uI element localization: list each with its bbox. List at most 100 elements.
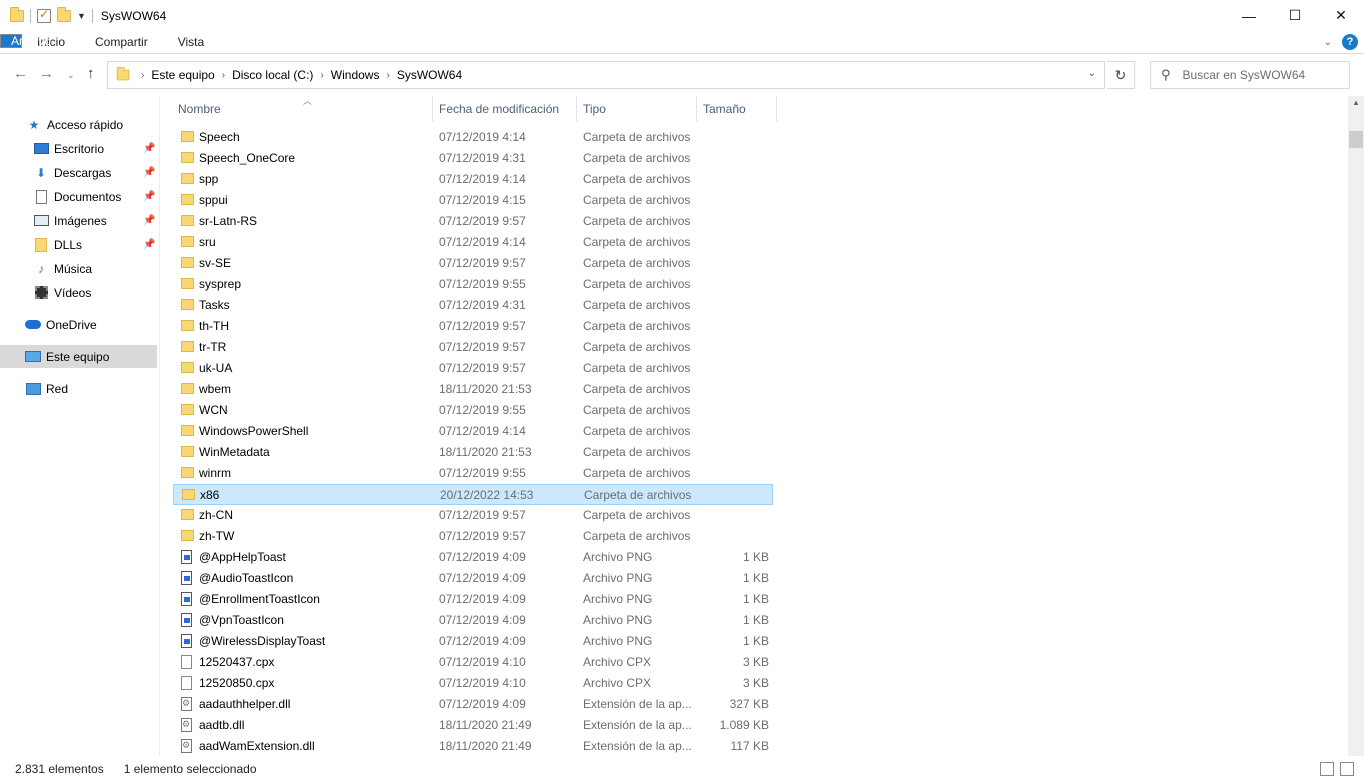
table-row[interactable]: aadWamExtension.dll 18/11/2020 21:49 Exten… xyxy=(173,736,773,757)
pin-icon[interactable]: 📌 xyxy=(143,167,155,178)
nav-musica[interactable]: ♪ Música xyxy=(0,257,157,280)
nav-escritorio[interactable]: Escritorio 📌 xyxy=(0,137,157,160)
back-icon[interactable]: ← xyxy=(13,65,28,82)
table-row[interactable]: @AudioToastIcon 07/12/2019 4:09 Archivo PN… xyxy=(173,568,773,589)
chevron-right-icon[interactable]: › xyxy=(317,70,326,81)
pin-icon[interactable]: 📌 xyxy=(143,215,155,226)
nav-este-equipo[interactable]: Este equipo xyxy=(0,345,157,368)
table-row[interactable]: 12520850.cpx 07/12/2019 4:10 Archivo CPX 3 … xyxy=(173,673,773,694)
address-dropdown-icon[interactable]: ⌄ xyxy=(1088,68,1096,79)
properties-icon[interactable] xyxy=(37,7,51,23)
table-row[interactable]: x86 20/12/2022 14:53 Carpeta de archivos xyxy=(173,484,773,505)
recent-locations-icon[interactable]: ⌄ xyxy=(67,70,75,81)
table-row[interactable]: tr-TR 07/12/2019 9:57 Carpeta de archivos xyxy=(173,337,773,358)
table-row[interactable]: 12520437.cpx 07/12/2019 4:10 Archivo CPX 3 … xyxy=(173,652,773,673)
table-row[interactable]: sysprep 07/12/2019 9:55 Carpeta de archivo… xyxy=(173,274,773,295)
table-row[interactable]: @EnrollmentToastIcon 07/12/2019 4:09 Archi… xyxy=(173,589,773,610)
nav-red[interactable]: Red xyxy=(0,377,157,400)
address-bar[interactable]: › Este equipo › Disco local (C:) › Windo… xyxy=(107,61,1105,89)
file-type: Carpeta de archivos xyxy=(583,193,691,207)
details-view-icon[interactable] xyxy=(1320,762,1334,776)
file-name: @EnrollmentToastIcon xyxy=(199,592,320,606)
table-row[interactable]: th-TH 07/12/2019 9:57 Carpeta de archivos xyxy=(173,316,773,337)
pin-icon[interactable]: 📌 xyxy=(143,239,155,250)
expand-ribbon-icon[interactable]: ⌄ xyxy=(1324,37,1332,48)
table-row[interactable]: uk-UA 07/12/2019 9:57 Carpeta de archivos xyxy=(173,358,773,379)
pin-icon[interactable]: 📌 xyxy=(143,143,155,154)
chevron-right-icon[interactable]: › xyxy=(219,70,228,81)
view-buttons xyxy=(1320,762,1354,776)
table-row[interactable]: WindowsPowerShell 07/12/2019 4:14 Carpeta … xyxy=(173,421,773,442)
desktop-icon xyxy=(33,141,49,157)
refresh-button[interactable]: ↻ xyxy=(1107,61,1135,89)
table-row[interactable]: aadauthhelper.dll 07/12/2019 4:09 Extensió… xyxy=(173,694,773,715)
table-row[interactable]: Speech_OneCore 07/12/2019 4:31 Carpeta de … xyxy=(173,148,773,169)
table-row[interactable]: @WirelessDisplayToast 07/12/2019 4:09 Arch… xyxy=(173,631,773,652)
column-header-name[interactable]: Nombre ︿ xyxy=(178,96,428,122)
column-divider[interactable] xyxy=(696,96,697,122)
table-row[interactable]: winrm 07/12/2019 9:55 Carpeta de archivos xyxy=(173,463,773,484)
table-row[interactable]: @AppHelpToast 07/12/2019 4:09 Archivo PNG 1… xyxy=(173,547,773,568)
minimize-button[interactable]: — xyxy=(1226,0,1272,31)
search-input[interactable]: Buscar en SysWOW64 xyxy=(1183,68,1306,82)
breadcrumb-disco-local[interactable]: Disco local (C:) xyxy=(228,68,317,82)
help-icon[interactable]: ? xyxy=(1342,34,1358,50)
new-folder-icon[interactable] xyxy=(57,6,71,22)
pin-icon[interactable]: 📌 xyxy=(143,191,155,202)
large-icons-view-icon[interactable] xyxy=(1340,762,1354,776)
table-row[interactable]: Tasks 07/12/2019 4:31 Carpeta de archivos xyxy=(173,295,773,316)
up-icon[interactable]: ↑ xyxy=(87,65,95,82)
table-row[interactable]: sppui 07/12/2019 4:15 Carpeta de archivos xyxy=(173,190,773,211)
status-bar: 2.831 elementos 1 elemento seleccionado xyxy=(0,756,1364,782)
scrollbar-thumb[interactable] xyxy=(1349,131,1363,148)
breadcrumb-syswow64[interactable]: SysWOW64 xyxy=(393,68,466,82)
table-row[interactable]: sr-Latn-RS 07/12/2019 9:57 Carpeta de arch… xyxy=(173,211,773,232)
nav-documentos[interactable]: Documentos 📌 xyxy=(0,185,157,208)
nav-descargas[interactable]: ⬇ Descargas 📌 xyxy=(0,161,157,184)
table-row[interactable]: WinMetadata 18/11/2020 21:53 Carpeta de ar… xyxy=(173,442,773,463)
column-divider[interactable] xyxy=(576,96,577,122)
nav-imagenes[interactable]: Imágenes 📌 xyxy=(0,209,157,232)
table-row[interactable]: aadtb.dll 18/11/2020 21:49 Extensión de la… xyxy=(173,715,773,736)
table-row[interactable]: spp 07/12/2019 4:14 Carpeta de archivos xyxy=(173,169,773,190)
column-divider[interactable] xyxy=(432,96,433,122)
column-header-size[interactable]: Tamaño xyxy=(703,96,773,122)
table-row[interactable]: wbem 18/11/2020 21:53 Carpeta de archivos xyxy=(173,379,773,400)
table-row[interactable]: sv-SE 07/12/2019 9:57 Carpeta de archivos xyxy=(173,253,773,274)
breadcrumb-windows[interactable]: Windows xyxy=(327,68,384,82)
search-box[interactable]: ⚲ Buscar en SysWOW64 xyxy=(1150,61,1350,89)
nav-quick-access[interactable]: ★ Acceso rápido xyxy=(0,113,157,136)
folder-icon[interactable] xyxy=(10,6,24,22)
file-name: @AppHelpToast xyxy=(199,550,286,564)
table-row[interactable]: zh-TW 07/12/2019 9:57 Carpeta de archivos xyxy=(173,526,773,547)
tab-vista[interactable]: Vista xyxy=(163,31,219,54)
file-type: Archivo PNG xyxy=(583,613,653,627)
nav-dlls[interactable]: DLLs 📌 xyxy=(0,233,157,256)
table-row[interactable]: zh-CN 07/12/2019 9:57 Carpeta de archivos xyxy=(173,505,773,526)
forward-icon[interactable]: → xyxy=(39,65,54,82)
separator xyxy=(30,8,31,23)
nav-onedrive[interactable]: OneDrive xyxy=(0,313,157,336)
column-divider[interactable] xyxy=(776,96,777,122)
table-row[interactable]: sru 07/12/2019 4:14 Carpeta de archivos xyxy=(173,232,773,253)
nav-label: Música xyxy=(54,261,93,276)
chevron-right-icon[interactable]: › xyxy=(383,70,392,81)
tab-compartir[interactable]: Compartir xyxy=(80,31,163,54)
nav-label: Red xyxy=(46,381,69,396)
table-row[interactable]: WCN 07/12/2019 9:55 Carpeta de archivos xyxy=(173,400,773,421)
close-button[interactable]: ✕ xyxy=(1318,0,1364,31)
customize-dropdown-icon[interactable]: ▼ xyxy=(77,11,86,21)
breadcrumb-este-equipo[interactable]: Este equipo xyxy=(147,68,218,82)
table-row[interactable]: @VpnToastIcon 07/12/2019 4:09 Archivo PNG 1… xyxy=(173,610,773,631)
nav-videos[interactable]: Vídeos xyxy=(0,281,157,304)
chevron-right-icon[interactable]: › xyxy=(138,70,147,81)
png-icon xyxy=(181,571,192,589)
maximize-button[interactable]: ☐ xyxy=(1272,0,1318,31)
file-type: Carpeta de archivos xyxy=(583,214,691,228)
column-header-type[interactable]: Tipo xyxy=(583,96,693,122)
column-header-date[interactable]: Fecha de modificación xyxy=(439,96,579,122)
table-row[interactable]: Speech 07/12/2019 4:14 Carpeta de archivos xyxy=(173,127,773,148)
vertical-scrollbar[interactable]: ▲ xyxy=(1348,96,1364,756)
tab-archivo[interactable]: Archivo xyxy=(0,34,51,48)
scroll-up-icon[interactable]: ▲ xyxy=(1352,98,1360,107)
